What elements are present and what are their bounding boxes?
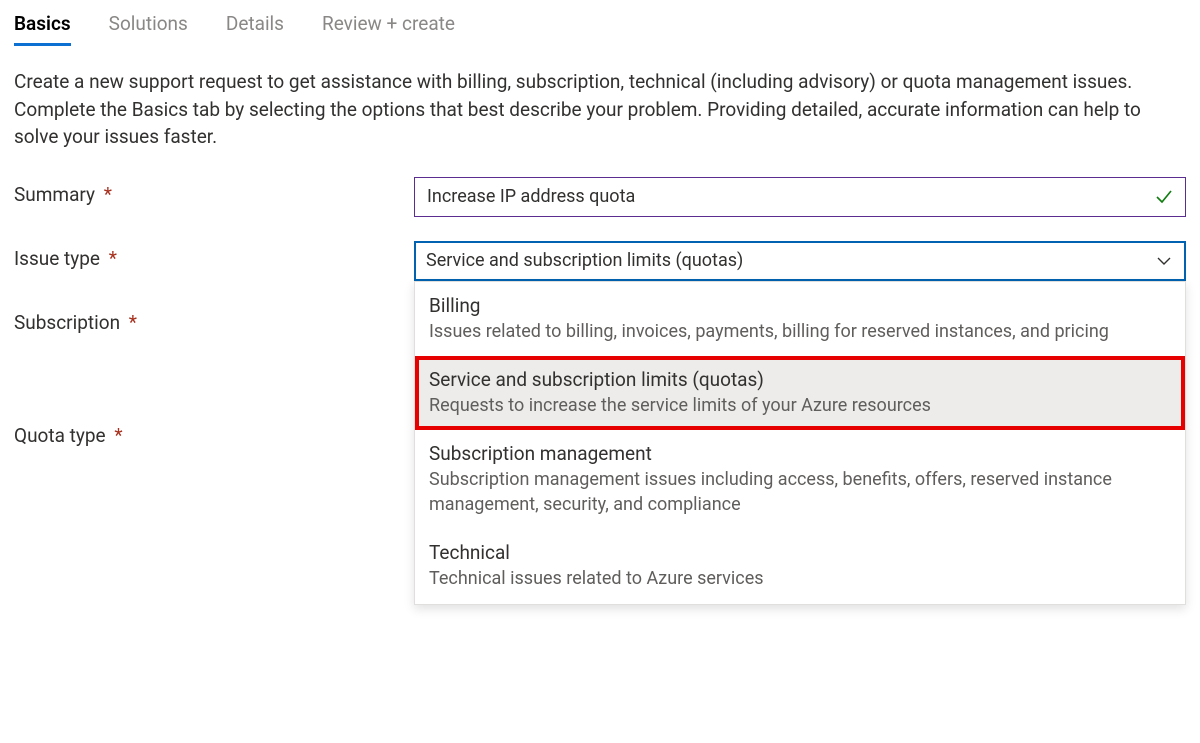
option-service-subscription-limits[interactable]: Service and subscription limits (quotas)…	[415, 356, 1185, 430]
option-title: Subscription management	[429, 442, 1171, 465]
label-text: Issue type	[14, 247, 100, 270]
tab-label: Review + create	[322, 12, 455, 35]
tab-label: Details	[226, 12, 284, 35]
option-subscription-management[interactable]: Subscription management Subscription man…	[415, 430, 1185, 529]
tab-bar: Basics Solutions Details Review + create	[14, 8, 1186, 46]
chevron-down-icon	[1156, 253, 1172, 269]
select-value: Service and subscription limits (quotas)	[426, 250, 743, 271]
tab-details[interactable]: Details	[226, 8, 284, 46]
issue-type-select[interactable]: Service and subscription limits (quotas)	[414, 241, 1186, 281]
label-text: Summary	[14, 183, 95, 206]
label-text: Quota type	[14, 424, 106, 447]
summary-input[interactable]	[414, 177, 1186, 217]
tab-review-create[interactable]: Review + create	[322, 8, 455, 46]
intro-text: Create a new support request to get assi…	[14, 68, 1186, 151]
option-desc: Subscription management issues including…	[429, 467, 1171, 517]
quota-type-label: Quota type *	[14, 418, 414, 447]
option-desc: Requests to increase the service limits …	[429, 393, 1171, 418]
tab-label: Basics	[14, 12, 71, 35]
summary-label: Summary *	[14, 177, 414, 206]
intro-line-2: Complete the Basics tab by selecting the…	[14, 98, 1141, 149]
option-title: Billing	[429, 294, 1171, 317]
issue-type-label: Issue type *	[14, 241, 414, 270]
tab-solutions[interactable]: Solutions	[109, 8, 188, 46]
option-title: Technical	[429, 541, 1171, 564]
option-desc: Technical issues related to Azure servic…	[429, 566, 1171, 591]
label-text: Subscription	[14, 311, 120, 334]
required-asterisk: *	[114, 424, 122, 447]
tab-basics[interactable]: Basics	[14, 8, 71, 46]
option-technical[interactable]: Technical Technical issues related to Az…	[415, 529, 1185, 603]
tab-label: Solutions	[109, 12, 188, 35]
required-asterisk: *	[104, 183, 112, 206]
subscription-label: Subscription *	[14, 305, 414, 334]
required-asterisk: *	[129, 311, 137, 334]
intro-line-1: Create a new support request to get assi…	[14, 70, 1132, 93]
required-asterisk: *	[109, 247, 117, 270]
issue-type-dropdown: Billing Issues related to billing, invoi…	[414, 281, 1186, 605]
option-desc: Issues related to billing, invoices, pay…	[429, 319, 1171, 344]
option-title: Service and subscription limits (quotas)	[429, 368, 1171, 391]
option-billing[interactable]: Billing Issues related to billing, invoi…	[415, 282, 1185, 356]
